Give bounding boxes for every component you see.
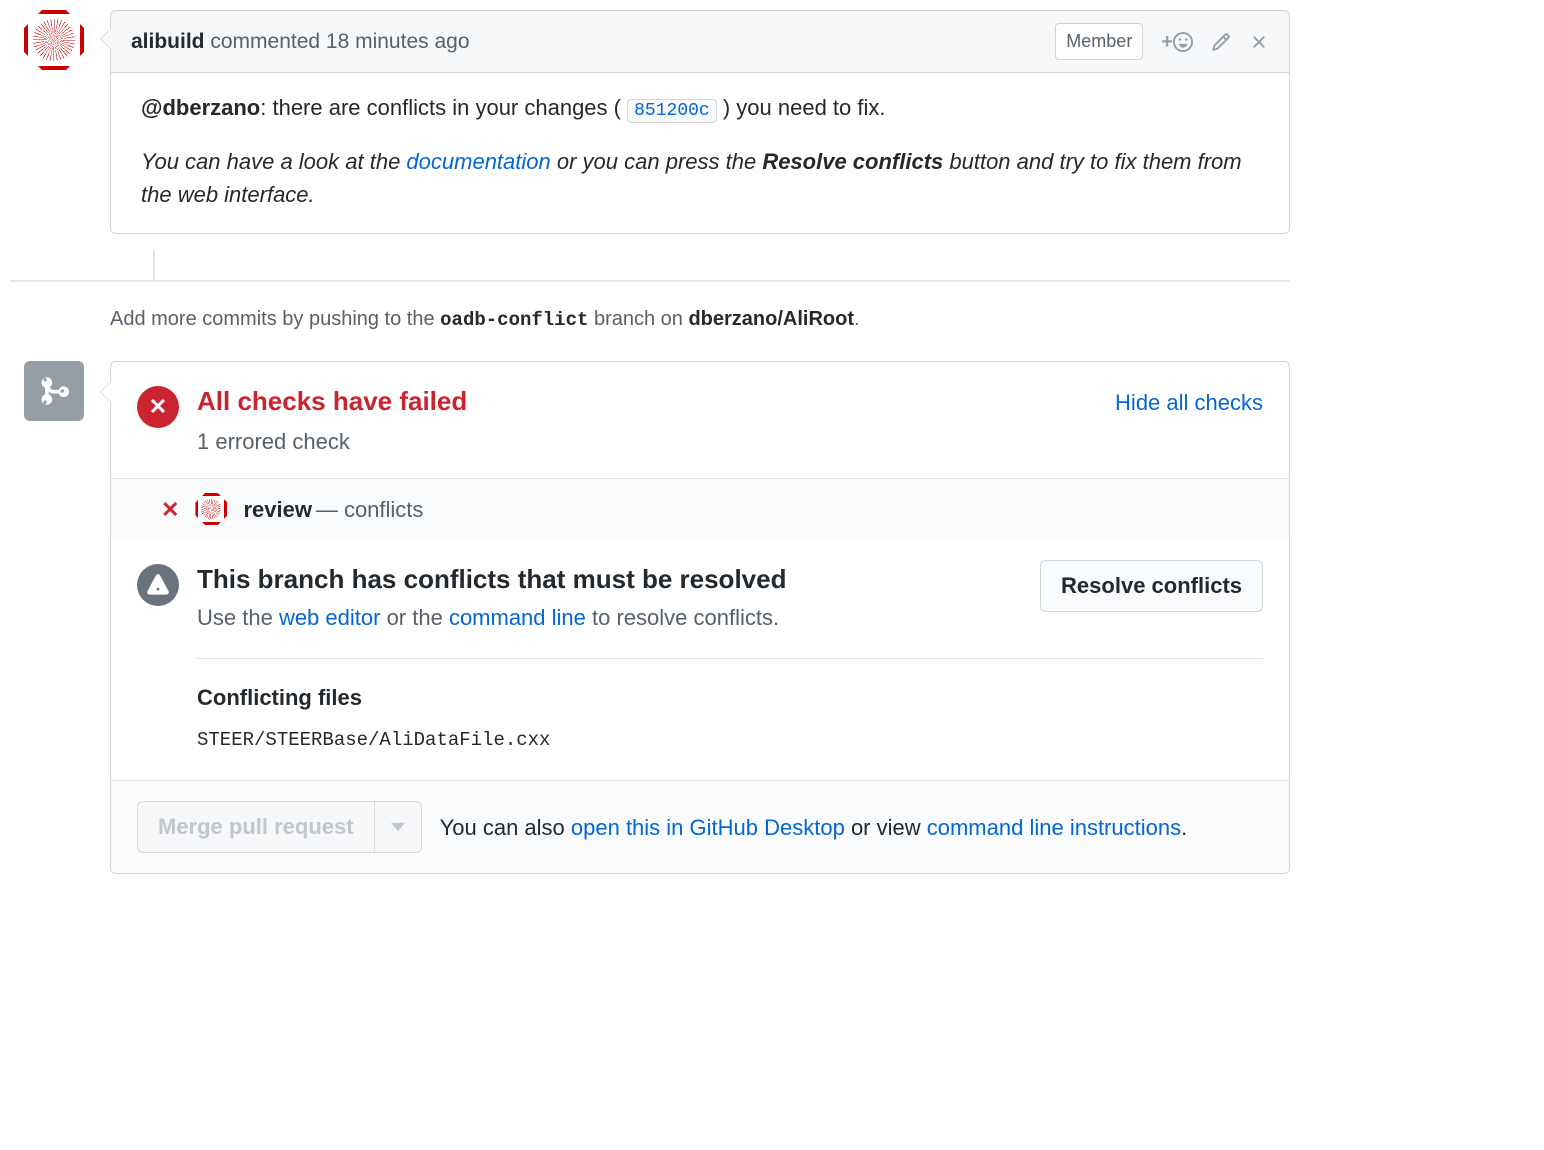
push-hint: Add more commits by pushing to the oadb-… xyxy=(10,304,1290,335)
conflicting-files-label: Conflicting files xyxy=(197,681,1263,714)
checks-title: All checks have failed xyxy=(197,382,1097,421)
add-reaction-icon[interactable]: + xyxy=(1161,27,1193,57)
branch-name: oadb-conflict xyxy=(440,309,588,331)
edit-icon[interactable] xyxy=(1211,32,1231,52)
documentation-link[interactable]: documentation xyxy=(406,149,550,174)
check-row: ✕ review — conflicts xyxy=(111,479,1289,540)
comment-body: @dberzano: there are conflicts in your c… xyxy=(111,73,1289,233)
hide-checks-link[interactable]: Hide all checks xyxy=(1115,386,1263,458)
conflict-title: This branch has conflicts that must be r… xyxy=(197,560,1022,599)
check-status: — conflicts xyxy=(316,497,424,522)
comment-action: commented xyxy=(210,30,320,53)
web-editor-link[interactable]: web editor xyxy=(279,605,381,630)
checks-section: ✕ All checks have failed 1 errored check… xyxy=(111,362,1289,479)
divider xyxy=(10,280,1290,282)
fail-icon: ✕ xyxy=(137,386,179,428)
close-icon[interactable] xyxy=(1249,32,1269,52)
commit-sha[interactable]: 851200c xyxy=(627,99,717,123)
merge-footer-text: You can also open this in GitHub Desktop… xyxy=(440,811,1188,844)
conflict-section: This branch has conflicts that must be r… xyxy=(111,540,1289,782)
merge-caret-button[interactable] xyxy=(375,801,422,853)
conflicting-file: STEER/STEERBase/AliDataFile.cxx xyxy=(197,726,1263,755)
conflict-subtitle: Use the web editor or the command line t… xyxy=(197,601,1022,634)
timeline-line xyxy=(153,250,155,280)
merge-footer: Merge pull request You can also open thi… xyxy=(111,781,1289,873)
commenter-avatar[interactable] xyxy=(24,10,84,70)
checks-subtitle: 1 errored check xyxy=(197,425,1097,458)
comment-author[interactable]: alibuild xyxy=(131,30,205,53)
comment-header: alibuild commented 18 minutes ago Member… xyxy=(111,11,1289,73)
comment-box: alibuild commented 18 minutes ago Member… xyxy=(110,10,1290,234)
mention[interactable]: @dberzano xyxy=(141,95,260,120)
repo-name: dberzano/AliRoot xyxy=(688,308,854,330)
merge-pr-button[interactable]: Merge pull request xyxy=(137,801,375,853)
chevron-down-icon xyxy=(391,822,405,832)
check-fail-icon: ✕ xyxy=(161,493,179,526)
comment-time[interactable]: 18 minutes ago xyxy=(326,30,470,53)
resolve-conflicts-button[interactable]: Resolve conflicts xyxy=(1040,560,1263,612)
warning-icon xyxy=(137,564,179,606)
comment-item: alibuild commented 18 minutes ago Member… xyxy=(10,10,1290,234)
open-desktop-link[interactable]: open this in GitHub Desktop xyxy=(571,815,845,840)
check-avatar[interactable] xyxy=(195,493,227,525)
resolve-bold: Resolve conflicts xyxy=(762,149,943,174)
conflicting-files: Conflicting files STEER/STEERBase/AliDat… xyxy=(137,659,1263,761)
check-name[interactable]: review xyxy=(243,497,312,522)
member-badge: Member xyxy=(1055,23,1143,60)
merge-icon xyxy=(24,361,84,421)
merge-button-group: Merge pull request xyxy=(137,801,422,853)
cli-instructions-link[interactable]: command line instructions xyxy=(927,815,1181,840)
command-line-link[interactable]: command line xyxy=(449,605,586,630)
merge-panel: ✕ All checks have failed 1 errored check… xyxy=(10,361,1290,875)
